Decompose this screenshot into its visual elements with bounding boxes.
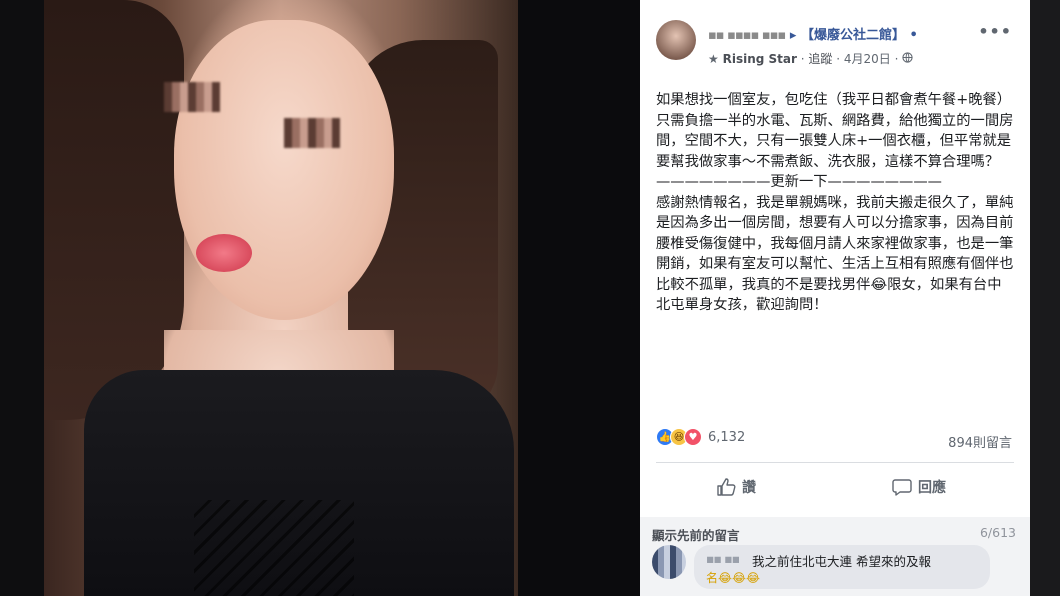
love-reaction-icon: ♥ [684, 428, 702, 446]
follow-button[interactable]: 追蹤 [808, 52, 832, 66]
comment-text-continued: 名😂😂😂 [706, 571, 761, 585]
commenter-name-blurred[interactable]: ▪▪ ▪▪ [706, 551, 740, 566]
comment-bubble: ▪▪ ▪▪ 我之前住北屯大連 希望來的及報 名😂😂😂 [694, 545, 990, 589]
photo-eye-blur-left [164, 82, 220, 112]
photo-viewer-gap [518, 0, 640, 596]
photo-eye-blur-right [284, 118, 340, 148]
photo-hair-left [44, 0, 184, 420]
author-name-blurred[interactable]: ▪▪ ▪▪▪▪ ▪▪▪ [708, 28, 786, 43]
comment-icon [892, 479, 912, 496]
background-page-edge [1030, 0, 1060, 596]
comment-count-link[interactable]: 894則留言 [948, 432, 1012, 451]
photo-lips [196, 234, 252, 272]
like-label: 讚 [742, 480, 756, 496]
post-body-text: 如果想找一個室友，包吃住（我平日都會煮午餐+晚餐）只需負擔一半的水電、瓦斯、網路… [656, 92, 1014, 313]
post-header: ▪▪ ▪▪▪▪ ▪▪▪ ▸ 【爆廢公社二館】 • [708, 24, 918, 43]
group-name-link[interactable]: 【爆廢公社二館】 [801, 28, 905, 43]
comment-text: 我之前住北屯大連 希望來的及報 [752, 554, 931, 569]
group-dot: • [909, 28, 918, 43]
view-previous-comments[interactable]: 顯示先前的留言 [652, 525, 740, 544]
reaction-summary[interactable]: 👍 😆 ♥ 6,132 [656, 428, 745, 446]
commenter-avatar[interactable] [652, 545, 686, 579]
reply-button[interactable]: 回應 [892, 477, 946, 497]
more-options-button[interactable]: ••• [978, 22, 1012, 41]
share-arrow-icon: ▸ [789, 28, 797, 43]
comments-section: 顯示先前的留言 6/613 ▪▪ ▪▪ 我之前住北屯大連 希望來的及報 名😂😂😂 [640, 517, 1030, 596]
public-globe-icon [902, 52, 913, 66]
rising-star-icon: ★ [708, 52, 719, 66]
author-avatar[interactable] [656, 20, 696, 60]
photo-laces [194, 500, 354, 596]
rising-star-badge: Rising Star [722, 52, 797, 66]
post-subline: ★ Rising Star · 追蹤 · 4月20日 · [708, 50, 913, 67]
comment-pager: 6/613 [979, 525, 1016, 540]
reply-label: 回應 [918, 480, 946, 496]
divider-top [656, 462, 1014, 463]
thumbs-up-icon [717, 478, 736, 496]
post-photo[interactable] [44, 0, 518, 596]
photo-face [174, 20, 394, 320]
post-date[interactable]: 4月20日 [844, 52, 891, 66]
reaction-count: 6,132 [708, 429, 746, 445]
post-card: ▪▪ ▪▪▪▪ ▪▪▪ ▸ 【爆廢公社二館】 • ••• ★ Rising St… [640, 0, 1030, 596]
like-button[interactable]: 讚 [716, 477, 756, 497]
